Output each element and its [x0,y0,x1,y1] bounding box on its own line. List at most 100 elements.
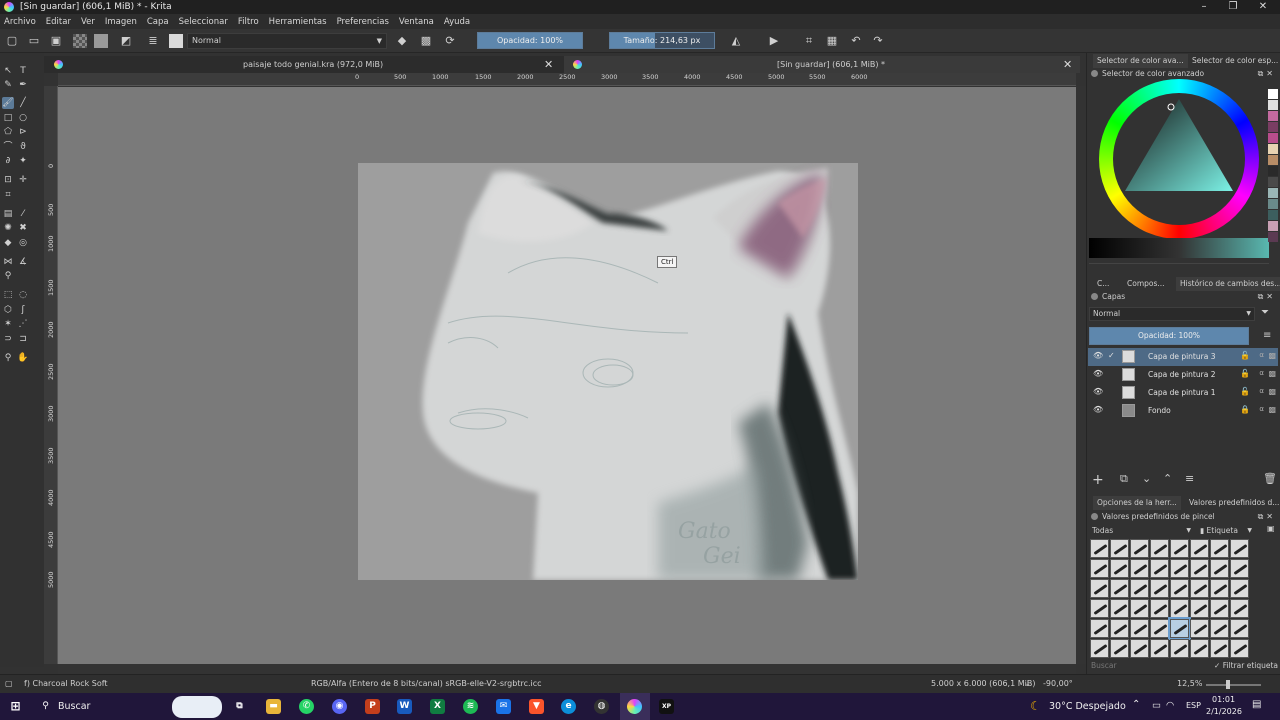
file-explorer-icon[interactable]: ▬ [266,699,281,714]
word-icon[interactable]: W [397,699,412,714]
brush-preset-tile[interactable] [1230,559,1249,578]
enclose-fill-icon[interactable]: ◎ [17,237,29,249]
lock-icon[interactable]: 🔒 [1240,405,1250,414]
color-swatch[interactable] [1268,188,1278,198]
filter-tag-checkbox[interactable]: ✓ Filtrar etiqueta [1214,661,1278,670]
taskbar-weather[interactable]: 30°C Despejado [1049,701,1126,712]
bezier-tool-icon[interactable]: ⌒ [2,141,14,153]
redo-icon[interactable]: ↷ [871,34,885,48]
menu-archivo[interactable]: Archivo [4,17,36,27]
brush-preset-tile[interactable] [1230,639,1249,658]
brush-preset-tile[interactable] [1168,617,1191,640]
freehand-select-icon[interactable]: ʃ [17,304,29,316]
undo-icon[interactable]: ↶ [849,34,863,48]
network-icon[interactable]: ▭ [1152,700,1161,711]
filter-icon[interactable]: ⏷ [1261,307,1269,318]
inherit-alpha-icon[interactable]: ▩ [1268,351,1276,360]
gradient-tool-icon[interactable]: ▤ [2,208,14,220]
excel-icon[interactable]: X [430,699,445,714]
brush-preset-tile[interactable] [1090,539,1109,558]
brush-settings-icon[interactable]: ≣ [146,34,160,48]
brush-preset-icon[interactable]: ▢ [5,679,13,688]
visibility-eye-icon[interactable]: 👁 [1093,387,1103,396]
ellipse-select-icon[interactable]: ◌ [17,289,29,301]
brush-filter-select[interactable]: Todas ▼ [1089,524,1194,537]
color-swatch[interactable] [1268,122,1278,132]
add-layer-icon[interactable]: + [1092,472,1104,488]
pattern-swatch-icon[interactable] [73,34,87,48]
search-icon[interactable]: ⚲ [38,699,53,714]
checkmark-icon[interactable]: ✓ [1108,351,1115,360]
xp-pen-icon[interactable]: XP [659,699,674,714]
mirror-vertical-icon[interactable]: ▶ [767,34,781,48]
layer-blend-select[interactable]: Normal ▼ [1089,307,1255,321]
tab-sin-guardar[interactable]: [Sin guardar] (606,1 MiB) * ✕ [564,56,1080,73]
taskbar-search[interactable]: Buscar [58,701,90,712]
brush-preset-tile[interactable] [1090,599,1109,618]
layer-name[interactable]: Fondo [1148,406,1171,415]
fill-tool-icon[interactable]: ◆ [2,237,14,249]
gradient-swatch-icon[interactable] [94,34,108,48]
mail-icon[interactable]: ✉ [496,699,511,714]
menu-herramientas[interactable]: Herramientas [269,17,327,27]
brush-preset-tile[interactable] [1170,579,1189,598]
menu-ver[interactable]: Ver [81,17,95,27]
brush-preset-tile[interactable] [1130,559,1149,578]
obs-icon[interactable]: ◍ [594,699,609,714]
opacity-slider[interactable]: Opacidad: 100% [477,32,583,49]
menu-ayuda[interactable]: Ayuda [444,17,470,27]
measure-tool-icon[interactable]: ∡ [17,256,29,268]
brush-preset-tile[interactable] [1190,559,1209,578]
lock-icon[interactable]: 🔓 [1240,351,1250,360]
close-window-button[interactable]: ✕ [1248,0,1278,14]
inherit-alpha-icon[interactable]: ▩ [1268,387,1276,396]
canvas-area[interactable]: Gato Gei Ctrl [58,87,1076,664]
dynamic-brush-icon[interactable]: ∂ [2,155,14,167]
polygon-select-icon[interactable]: ⬡ [2,304,14,316]
krita-taskbar-icon[interactable] [627,699,642,714]
color-swatch[interactable] [1268,100,1278,110]
move-tool-icon[interactable]: ✛ [17,174,29,186]
brush-preset-tile[interactable] [1190,599,1209,618]
brush-preset-tile[interactable] [1090,639,1109,658]
inherit-alpha-icon[interactable]: ▩ [1268,405,1276,414]
duplicate-layer-icon[interactable]: ⧉ [1120,472,1128,486]
preserve-alpha-icon[interactable]: ▩ [419,34,433,48]
brush-preset-tile[interactable] [1150,599,1169,618]
brush-preset-tile[interactable] [1130,579,1149,598]
tab-advanced-color-selector[interactable]: Selector de color ava... [1093,54,1188,68]
brush-preset-tile[interactable] [1110,559,1129,578]
rect-select-icon[interactable]: ⬚ [2,289,14,301]
menu-capa[interactable]: Capa [147,17,169,27]
menu-editar[interactable]: Editar [46,17,71,27]
tab-tool-options[interactable]: Opciones de la herr... [1093,496,1181,510]
color-swatch[interactable] [1268,232,1278,242]
visibility-eye-icon[interactable]: 👁 [1093,351,1103,360]
brush-preset-tile[interactable] [1230,539,1249,558]
layer-properties-icon[interactable]: ≡ [1185,472,1194,485]
new-document-icon[interactable]: ▢ [5,34,19,48]
brush-preset-tile[interactable] [1190,579,1209,598]
color-history-bar[interactable] [1089,238,1269,258]
tab-compositions[interactable]: Compos... [1123,277,1169,291]
brush-preset-tile[interactable] [1170,539,1189,558]
visibility-eye-icon[interactable]: 👁 [1093,405,1103,414]
color-swatch[interactable] [1268,89,1278,99]
brush-preset-tile[interactable] [1150,539,1169,558]
brush-preset-tile[interactable] [1150,619,1169,638]
alpha-lock-icon[interactable]: α [1259,387,1264,395]
notification-icon[interactable]: ▤ [1252,699,1261,710]
float-close-icons[interactable]: ⧉✕ [1258,67,1276,80]
edit-shape-icon[interactable]: ✎ [2,79,14,91]
rectangle-tool-icon[interactable]: □ [2,112,14,124]
color-picker-icon[interactable]: ⁄ [17,208,29,220]
color-swatch[interactable] [1268,177,1278,187]
edge-icon[interactable]: e [561,699,576,714]
close-tab-icon[interactable]: ✕ [1063,56,1072,73]
lock-icon[interactable]: 🔓 [1240,369,1250,378]
crop-icon[interactable]: ⌗ [802,34,816,48]
menu-seleccionar[interactable]: Seleccionar [179,17,228,27]
assistant-tool-icon[interactable]: ⋈ [2,256,14,268]
taskbar-time[interactable]: 01:01 [1212,695,1235,704]
crop-tool-icon[interactable]: ⌗ [2,189,14,201]
